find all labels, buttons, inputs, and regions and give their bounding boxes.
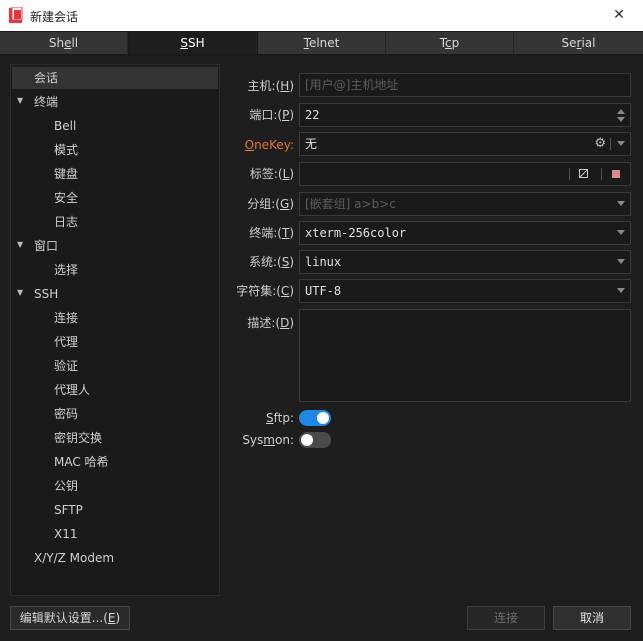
- group-label: 分组:(G): [247, 197, 294, 211]
- tab-shell[interactable]: Shell: [0, 32, 128, 54]
- onekey-select[interactable]: 无 ⚙: [299, 132, 631, 156]
- tree-item-modem[interactable]: X/Y/Z Modem: [34, 547, 114, 569]
- tree-item-agent[interactable]: 代理人: [54, 379, 90, 401]
- settings-tree: 会话 ▼ 终端 Bell 模式 键盘 安全 日志 ▼ 窗口 选择 ▼ SSH 连…: [10, 64, 220, 596]
- tab-ssh[interactable]: SSH: [129, 32, 257, 54]
- description-label: 描述:(D): [247, 316, 294, 330]
- tab-serial-label: Serial: [561, 36, 596, 50]
- spin-up-icon[interactable]: [617, 109, 625, 114]
- tags-input[interactable]: [299, 162, 631, 186]
- close-icon[interactable]: ✕: [609, 5, 629, 25]
- host-input[interactable]: [用户@]主机地址: [299, 73, 631, 97]
- sysmon-label: Sysmon:: [242, 433, 294, 447]
- charset-value: UTF-8: [305, 284, 342, 298]
- charset-select[interactable]: UTF-8: [299, 279, 631, 303]
- tree-item-mode[interactable]: 模式: [54, 139, 78, 161]
- onekey-value: 无: [305, 137, 318, 151]
- chevron-down-icon[interactable]: [617, 141, 625, 146]
- port-spinbox[interactable]: 22: [299, 103, 631, 127]
- tree-item-keyboard[interactable]: 键盘: [54, 163, 78, 185]
- tags-label: 标签:(L): [249, 167, 294, 181]
- toggle-knob: [301, 434, 313, 446]
- terminal-type-value: xterm-256color: [305, 226, 407, 240]
- sftp-label: Sftp:: [265, 411, 294, 425]
- gear-icon[interactable]: ⚙: [594, 135, 606, 153]
- tree-item-selection[interactable]: 选择: [54, 259, 78, 281]
- tree-item-log[interactable]: 日志: [54, 211, 78, 233]
- description-textarea[interactable]: [299, 309, 631, 402]
- tree-item-auth[interactable]: 验证: [54, 355, 78, 377]
- tree-item-terminal[interactable]: 终端: [34, 91, 58, 113]
- tree-item-bell[interactable]: Bell: [54, 115, 76, 137]
- tree-item-sftp[interactable]: SFTP: [54, 499, 83, 521]
- chevron-down-icon[interactable]: [617, 201, 625, 206]
- system-label: 系统:(S): [248, 255, 294, 269]
- port-label: 端口:(P): [249, 108, 294, 122]
- sftp-toggle[interactable]: [299, 410, 331, 426]
- expand-arrow-icon[interactable]: ▼: [17, 240, 23, 249]
- host-label: 主机:(H): [247, 79, 294, 93]
- sysmon-toggle[interactable]: [299, 432, 331, 448]
- tree-item-session-label: 会话: [34, 71, 59, 85]
- tree-item-connection[interactable]: 连接: [54, 307, 78, 329]
- separator: [601, 168, 602, 180]
- tab-shell-label: Shell: [48, 36, 79, 50]
- tree-item-session[interactable]: 会话: [12, 67, 218, 89]
- expand-arrow-icon[interactable]: ▼: [17, 288, 23, 297]
- system-select[interactable]: linux: [299, 250, 631, 274]
- tree-item-ssh[interactable]: SSH: [34, 283, 58, 305]
- tab-tcp-label: Tcp: [439, 36, 460, 50]
- tree-item-window[interactable]: 窗口: [34, 235, 58, 257]
- tab-telnet-label: Telnet: [303, 36, 340, 50]
- tab-telnet[interactable]: Telnet: [258, 32, 386, 54]
- chevron-down-icon[interactable]: [617, 230, 625, 235]
- charset-label: 字符集:(C): [236, 284, 294, 298]
- terminal-type-label: 终端:(T): [249, 226, 294, 240]
- terminal-type-select[interactable]: xterm-256color: [299, 221, 631, 245]
- spin-down-icon[interactable]: [617, 117, 625, 122]
- host-placeholder: [用户@]主机地址: [305, 78, 399, 92]
- separator: [610, 138, 611, 150]
- chevron-down-icon[interactable]: [617, 259, 625, 264]
- edit-tags-icon[interactable]: [579, 169, 588, 178]
- window-title: 新建会话: [30, 10, 79, 24]
- tree-item-mac[interactable]: MAC 哈希: [54, 451, 109, 473]
- separator: [569, 168, 570, 180]
- color-tag-icon[interactable]: [612, 170, 620, 178]
- tree-item-proxy[interactable]: 代理: [54, 331, 78, 353]
- chevron-down-icon[interactable]: [617, 288, 625, 293]
- connect-button[interactable]: 连接: [467, 606, 545, 630]
- tree-item-password[interactable]: 密码: [54, 403, 78, 425]
- edit-defaults-label: 编辑默认设置...(E): [19, 611, 121, 625]
- onekey-label: OneKey:: [244, 138, 294, 152]
- protocol-tab-bar: Shell SSH Telnet Tcp Serial: [0, 31, 643, 56]
- tree-item-pubkey[interactable]: 公钥: [54, 475, 78, 497]
- expand-arrow-icon[interactable]: ▼: [17, 96, 23, 105]
- tree-item-security[interactable]: 安全: [54, 187, 78, 209]
- tab-serial[interactable]: Serial: [514, 32, 643, 54]
- cancel-button[interactable]: 取消: [553, 606, 631, 630]
- app-logo-icon: [9, 7, 23, 23]
- title-bar: 新建会话 ✕: [0, 0, 643, 32]
- system-value: linux: [305, 255, 342, 269]
- port-value: 22: [305, 108, 320, 122]
- tab-tcp[interactable]: Tcp: [386, 32, 514, 54]
- edit-defaults-button[interactable]: 编辑默认设置...(E): [10, 606, 130, 630]
- tab-ssh-label: SSH: [180, 36, 205, 50]
- group-placeholder: [嵌套组] a>b>c: [305, 197, 396, 211]
- group-select[interactable]: [嵌套组] a>b>c: [299, 192, 631, 216]
- tree-item-x11[interactable]: X11: [54, 523, 78, 545]
- tree-item-kex[interactable]: 密钥交换: [54, 427, 102, 449]
- toggle-knob: [317, 412, 329, 424]
